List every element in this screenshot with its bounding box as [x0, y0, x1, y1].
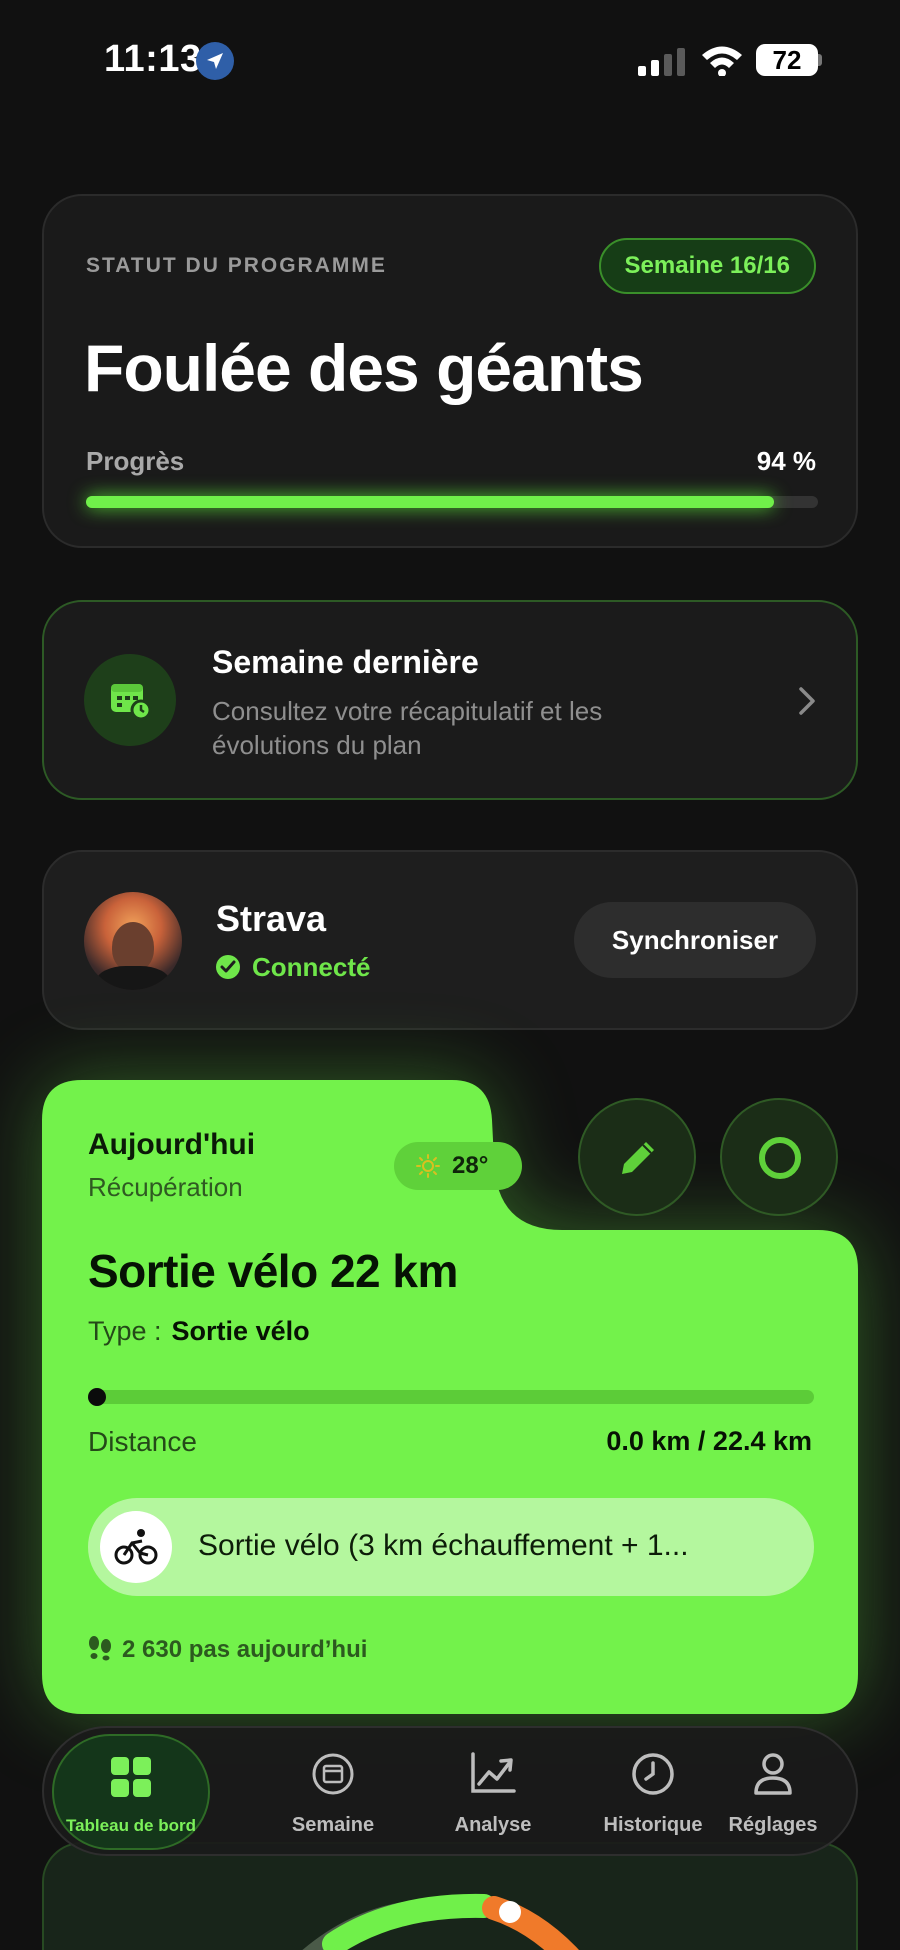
ring-chart — [302, 1893, 580, 1950]
tab-label: Tableau de bord — [65, 1816, 197, 1835]
tab-analysis[interactable]: Analyse — [418, 1728, 568, 1858]
bottom-tab-bar: Tableau de bord Semaine Analyse Historiq… — [42, 1726, 858, 1856]
strava-card: Strava Connecté Synchroniser — [42, 850, 858, 1030]
tab-week[interactable]: Semaine — [258, 1728, 408, 1858]
calendar-clock-icon — [84, 654, 176, 746]
battery-icon: 72 — [756, 44, 818, 76]
distance-label: Distance — [88, 1426, 197, 1457]
grid-icon — [111, 1757, 151, 1797]
wifi-icon — [702, 46, 742, 76]
cycling-icon — [100, 1511, 172, 1583]
progress-percent: 94 % — [756, 446, 816, 476]
distance-progress-marker — [88, 1388, 106, 1406]
tab-dashboard[interactable]: Tableau de bord — [52, 1734, 210, 1850]
distance-progress-bar — [88, 1388, 814, 1406]
program-title: Foulée des géants — [84, 331, 644, 405]
strava-name: Strava — [216, 898, 327, 939]
person-icon — [754, 1753, 792, 1795]
temperature: 28° — [452, 1152, 489, 1179]
chart-card-partial — [42, 1842, 858, 1950]
recap-title: Semaine dernière — [212, 644, 479, 680]
complete-toggle-button[interactable] — [720, 1098, 838, 1216]
progress-label: Progrès — [86, 446, 185, 476]
chevron-right-icon — [799, 687, 815, 715]
pencil-icon — [622, 1142, 654, 1174]
distance-value: 0.0 km / 22.4 km — [606, 1426, 812, 1456]
location-arrow-icon — [196, 42, 234, 80]
steps-today: 2 630 pas aujourd’hui — [88, 1635, 367, 1664]
clock-icon — [632, 1753, 674, 1795]
avatar — [84, 892, 182, 990]
workout-description-pill[interactable]: Sortie vélo (3 km échauffement + 1... — [88, 1498, 814, 1596]
status-bar: 11:13 72 — [0, 0, 900, 120]
weather-badge: 28° — [394, 1142, 522, 1190]
week-badge: Semaine 16/16 — [598, 238, 816, 294]
today-sublabel: Récupération — [88, 1172, 243, 1202]
edit-button[interactable] — [578, 1098, 696, 1216]
check-circle-icon — [216, 955, 240, 979]
strava-connection-status: Connecté — [216, 952, 370, 983]
sun-icon — [416, 1154, 440, 1178]
status-time: 11:13 — [104, 38, 202, 80]
recap-subtitle: Consultez votre récapitulatif et les évo… — [212, 696, 603, 760]
progress-bar-fill — [86, 496, 775, 508]
tab-settings[interactable]: Réglages — [698, 1728, 848, 1858]
workout-description: Sortie vélo (3 km échauffement + 1... — [198, 1529, 689, 1562]
tab-label: Analyse — [454, 1814, 532, 1836]
last-week-recap-card[interactable]: Semaine dernière Consultez votre récapit… — [42, 600, 858, 800]
workout-title: Sortie vélo 22 km — [88, 1245, 458, 1297]
today-workout-card: Aujourd'hui Récupération 28° Sortie vélo… — [42, 1080, 858, 1714]
cellular-signal-icon — [638, 48, 685, 76]
circle-icon — [759, 1137, 801, 1179]
today-label: Aujourd'hui — [88, 1128, 256, 1161]
progress-bar — [86, 496, 818, 508]
sync-button[interactable]: Synchroniser — [574, 902, 816, 978]
calendar-icon — [312, 1753, 354, 1795]
tab-label: Semaine — [291, 1814, 375, 1836]
workout-type: Type : Sortie vélo — [88, 1316, 310, 1346]
program-status-label: STATUT DU PROGRAMME — [86, 254, 387, 277]
program-status-card: STATUT DU PROGRAMME Semaine 16/16 Foulée… — [42, 194, 858, 548]
chart-trend-icon — [471, 1752, 516, 1793]
tab-label: Réglages — [728, 1814, 818, 1836]
footsteps-icon — [89, 1636, 111, 1661]
